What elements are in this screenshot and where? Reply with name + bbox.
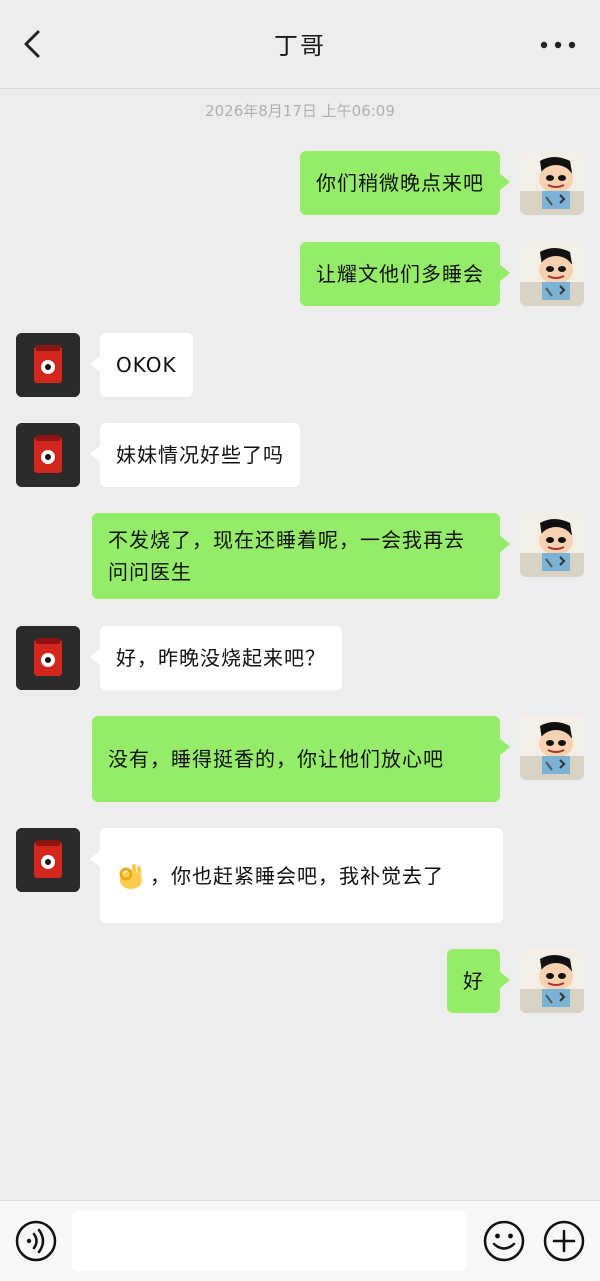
message-row: 不发烧了，现在还睡着呢，一会我再去问问医生 (0, 513, 600, 601)
voice-icon (15, 1220, 57, 1262)
my-message-bubble[interactable]: 没有，睡得挺香的，你让他们放心吧 (92, 716, 510, 802)
contact-avatar[interactable] (16, 828, 80, 892)
message-row: 好 (0, 949, 600, 1015)
my-avatar[interactable] (520, 949, 584, 1013)
contact-avatar[interactable] (16, 626, 80, 690)
my-message-bubble[interactable]: 你们稍微晚点来吧 (300, 151, 510, 215)
smiley-icon (483, 1220, 525, 1262)
ellipsis-icon (540, 41, 576, 49)
plus-circle-icon (543, 1220, 585, 1262)
my-message-bubble[interactable]: 让耀文他们多睡会 (300, 242, 510, 306)
message-row: OKOK (0, 333, 600, 399)
my-avatar[interactable] (520, 242, 584, 306)
chat-title: 丁哥 (274, 32, 326, 60)
contact-message-bubble[interactable]: 妹妹情况好些了吗 (90, 423, 300, 487)
contact-avatar[interactable] (16, 333, 80, 397)
my-message-bubble[interactable]: 好 (447, 949, 510, 1013)
my-avatar[interactable] (520, 513, 584, 577)
my-avatar[interactable] (520, 151, 584, 215)
my-avatar[interactable] (520, 716, 584, 780)
message-input[interactable] (72, 1211, 466, 1271)
ok-hand-emoji (116, 861, 146, 891)
chat-header: 丁哥 (0, 0, 600, 89)
message-timestamp: 2026年8月17日 上午06:09 (205, 102, 395, 120)
my-message-bubble[interactable]: 不发烧了，现在还睡着呢，一会我再去问问医生 (92, 513, 510, 599)
contact-message-bubble[interactable]: ，你也赶紧睡会吧，我补觉去了 (90, 828, 503, 923)
message-row: 没有，睡得挺香的，你让他们放心吧 (0, 716, 600, 804)
emoji-button[interactable] (482, 1219, 526, 1263)
message-row: 好，昨晚没烧起来吧？ (0, 626, 600, 692)
message-row: ，你也赶紧睡会吧，我补觉去了 (0, 828, 600, 924)
contact-message-bubble[interactable]: OKOK (90, 333, 193, 397)
voice-button[interactable] (14, 1219, 58, 1263)
message-row: 让耀文他们多睡会 (0, 242, 600, 308)
message-text: ，你也赶紧睡会吧，我补觉去了 (150, 863, 444, 888)
input-bar (0, 1200, 600, 1281)
contact-avatar[interactable] (16, 423, 80, 487)
more-options-button[interactable] (538, 30, 578, 60)
message-row: 妹妹情况好些了吗 (0, 423, 600, 489)
more-functions-button[interactable] (542, 1219, 586, 1263)
message-row: 你们稍微晚点来吧 (0, 150, 600, 216)
contact-message-bubble[interactable]: 好，昨晚没烧起来吧？ (90, 626, 342, 690)
